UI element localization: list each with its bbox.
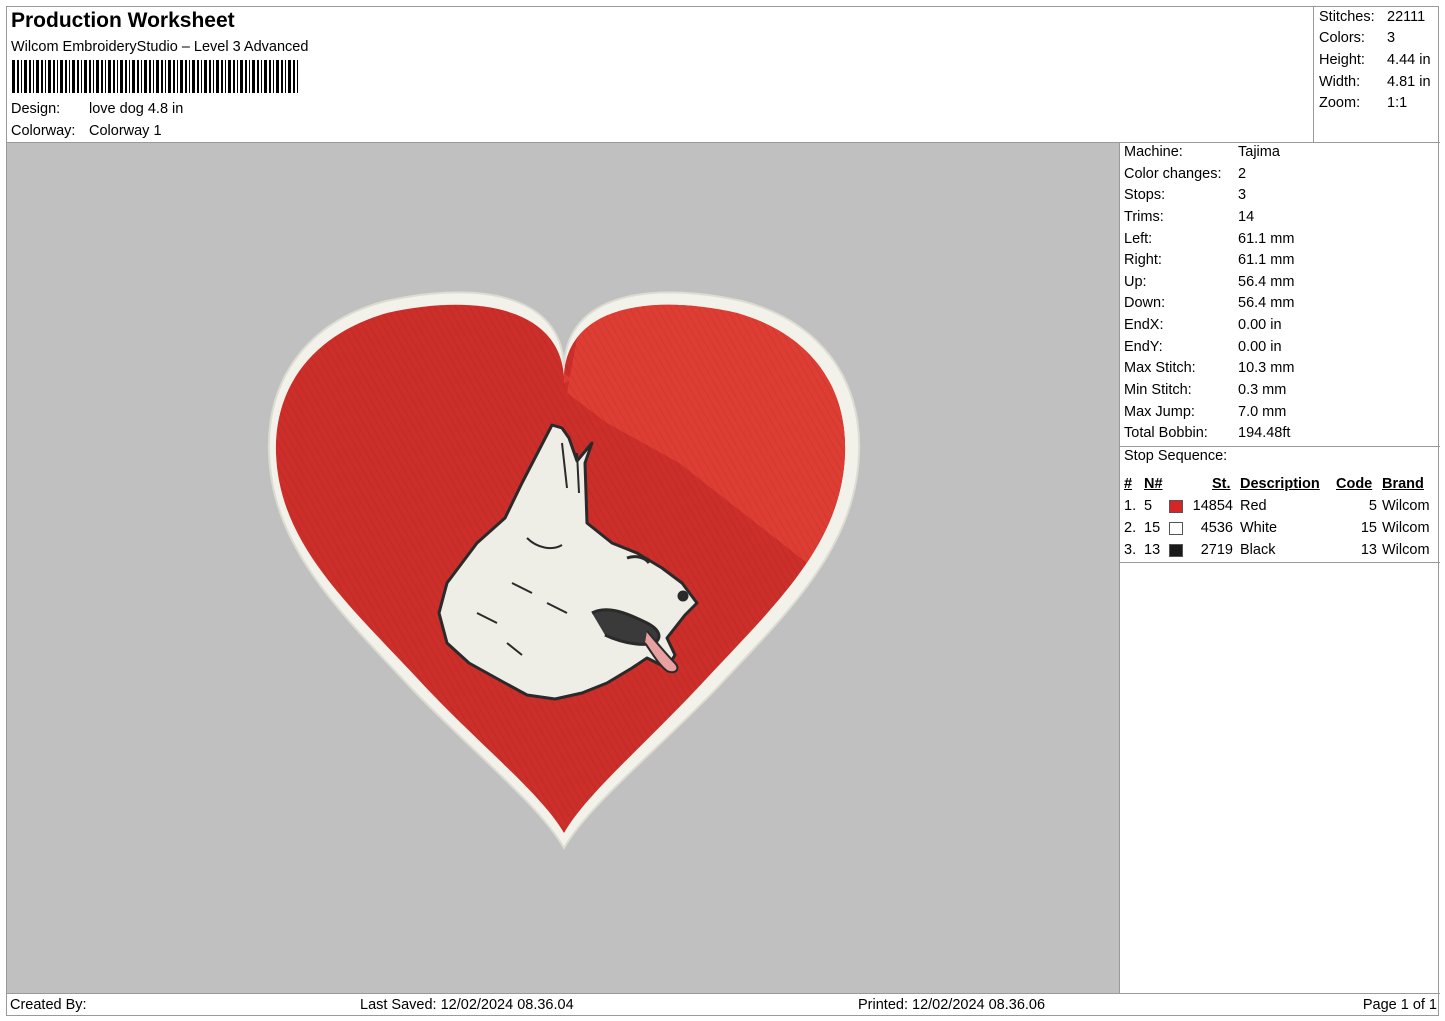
color-swatch-red	[1169, 500, 1183, 513]
col-header-needle: N#	[1144, 476, 1163, 492]
col-header-num: #	[1124, 476, 1133, 492]
design-value: love dog 4.8 in	[89, 101, 184, 117]
colorway-value: Colorway 1	[89, 123, 162, 139]
embroidery-render	[267, 291, 861, 850]
page-number: Page 1 of 1	[1362, 997, 1437, 1013]
info-endx: EndX: 0.00 in	[1124, 317, 1282, 333]
worksheet-header: Production Worksheet Wilcom EmbroiderySt…	[7, 7, 1314, 143]
info-max-jump: Max Jump: 7.0 mm	[1124, 404, 1287, 420]
printed-date: Printed: 12/02/2024 08.36.06	[858, 997, 1046, 1013]
info-endy: EndY: 0.00 in	[1124, 339, 1282, 355]
info-min-stitch: Min Stitch: 0.3 mm	[1124, 382, 1287, 398]
info-left: Left: 61.1 mm	[1124, 231, 1295, 247]
info-total-bobbin: Total Bobbin: 194.48ft	[1124, 425, 1291, 441]
info-stops: Stops: 3	[1124, 187, 1247, 203]
page-title: Production Worksheet	[11, 9, 235, 32]
divider	[1120, 562, 1440, 563]
col-header-stitches: St.	[1212, 476, 1231, 492]
col-header-brand: Brand	[1382, 476, 1424, 492]
stat-height: Height: 4.44 in	[1319, 52, 1431, 68]
design-row: Design: love dog 4.8 in	[11, 101, 183, 117]
info-color-changes: Color changes: 2	[1124, 166, 1247, 182]
design-label: Design:	[11, 101, 61, 117]
stat-zoom: Zoom: 1:1	[1319, 95, 1408, 111]
design-preview[interactable]	[7, 143, 1120, 993]
stat-width: Width: 4.81 in	[1319, 74, 1431, 90]
info-up: Up: 56.4 mm	[1124, 274, 1295, 290]
colorway-label: Colorway:	[11, 123, 76, 139]
color-swatch-black	[1169, 544, 1183, 557]
stat-stitches: Stitches: 22111	[1319, 9, 1426, 25]
divider	[1120, 446, 1440, 447]
worksheet-footer: Created By: Last Saved: 12/02/2024 08.36…	[7, 993, 1440, 1017]
production-worksheet: Production Worksheet Wilcom EmbroiderySt…	[6, 6, 1440, 1017]
design-stats: Stitches: 22111 Colors: 3 Height: 4.44 in W…	[1314, 7, 1440, 143]
stop-sequence-title: Stop Sequence:	[1124, 448, 1228, 464]
info-machine: Machine: Tajima	[1124, 144, 1280, 160]
barcode-image	[12, 60, 298, 93]
machine-info-panel: Machine: Tajima Color changes: 2 Stops: 3 T…	[1120, 143, 1440, 993]
info-trims: Trims: 14	[1124, 209, 1255, 225]
color-swatch-white	[1169, 522, 1183, 535]
software-name: Wilcom EmbroideryStudio – Level 3 Advanc…	[11, 39, 309, 55]
col-header-description: Description	[1240, 476, 1320, 492]
colorway-row: Colorway: Colorway 1	[11, 123, 162, 139]
col-header-code: Code	[1336, 476, 1373, 492]
stat-colors: Colors: 3	[1319, 30, 1396, 46]
last-saved: Last Saved: 12/02/2024 08.36.04	[360, 997, 574, 1013]
info-max-stitch: Max Stitch: 10.3 mm	[1124, 360, 1295, 376]
created-by: Created By:	[10, 997, 87, 1013]
info-right: Right: 61.1 mm	[1124, 252, 1295, 268]
info-down: Down: 56.4 mm	[1124, 295, 1295, 311]
